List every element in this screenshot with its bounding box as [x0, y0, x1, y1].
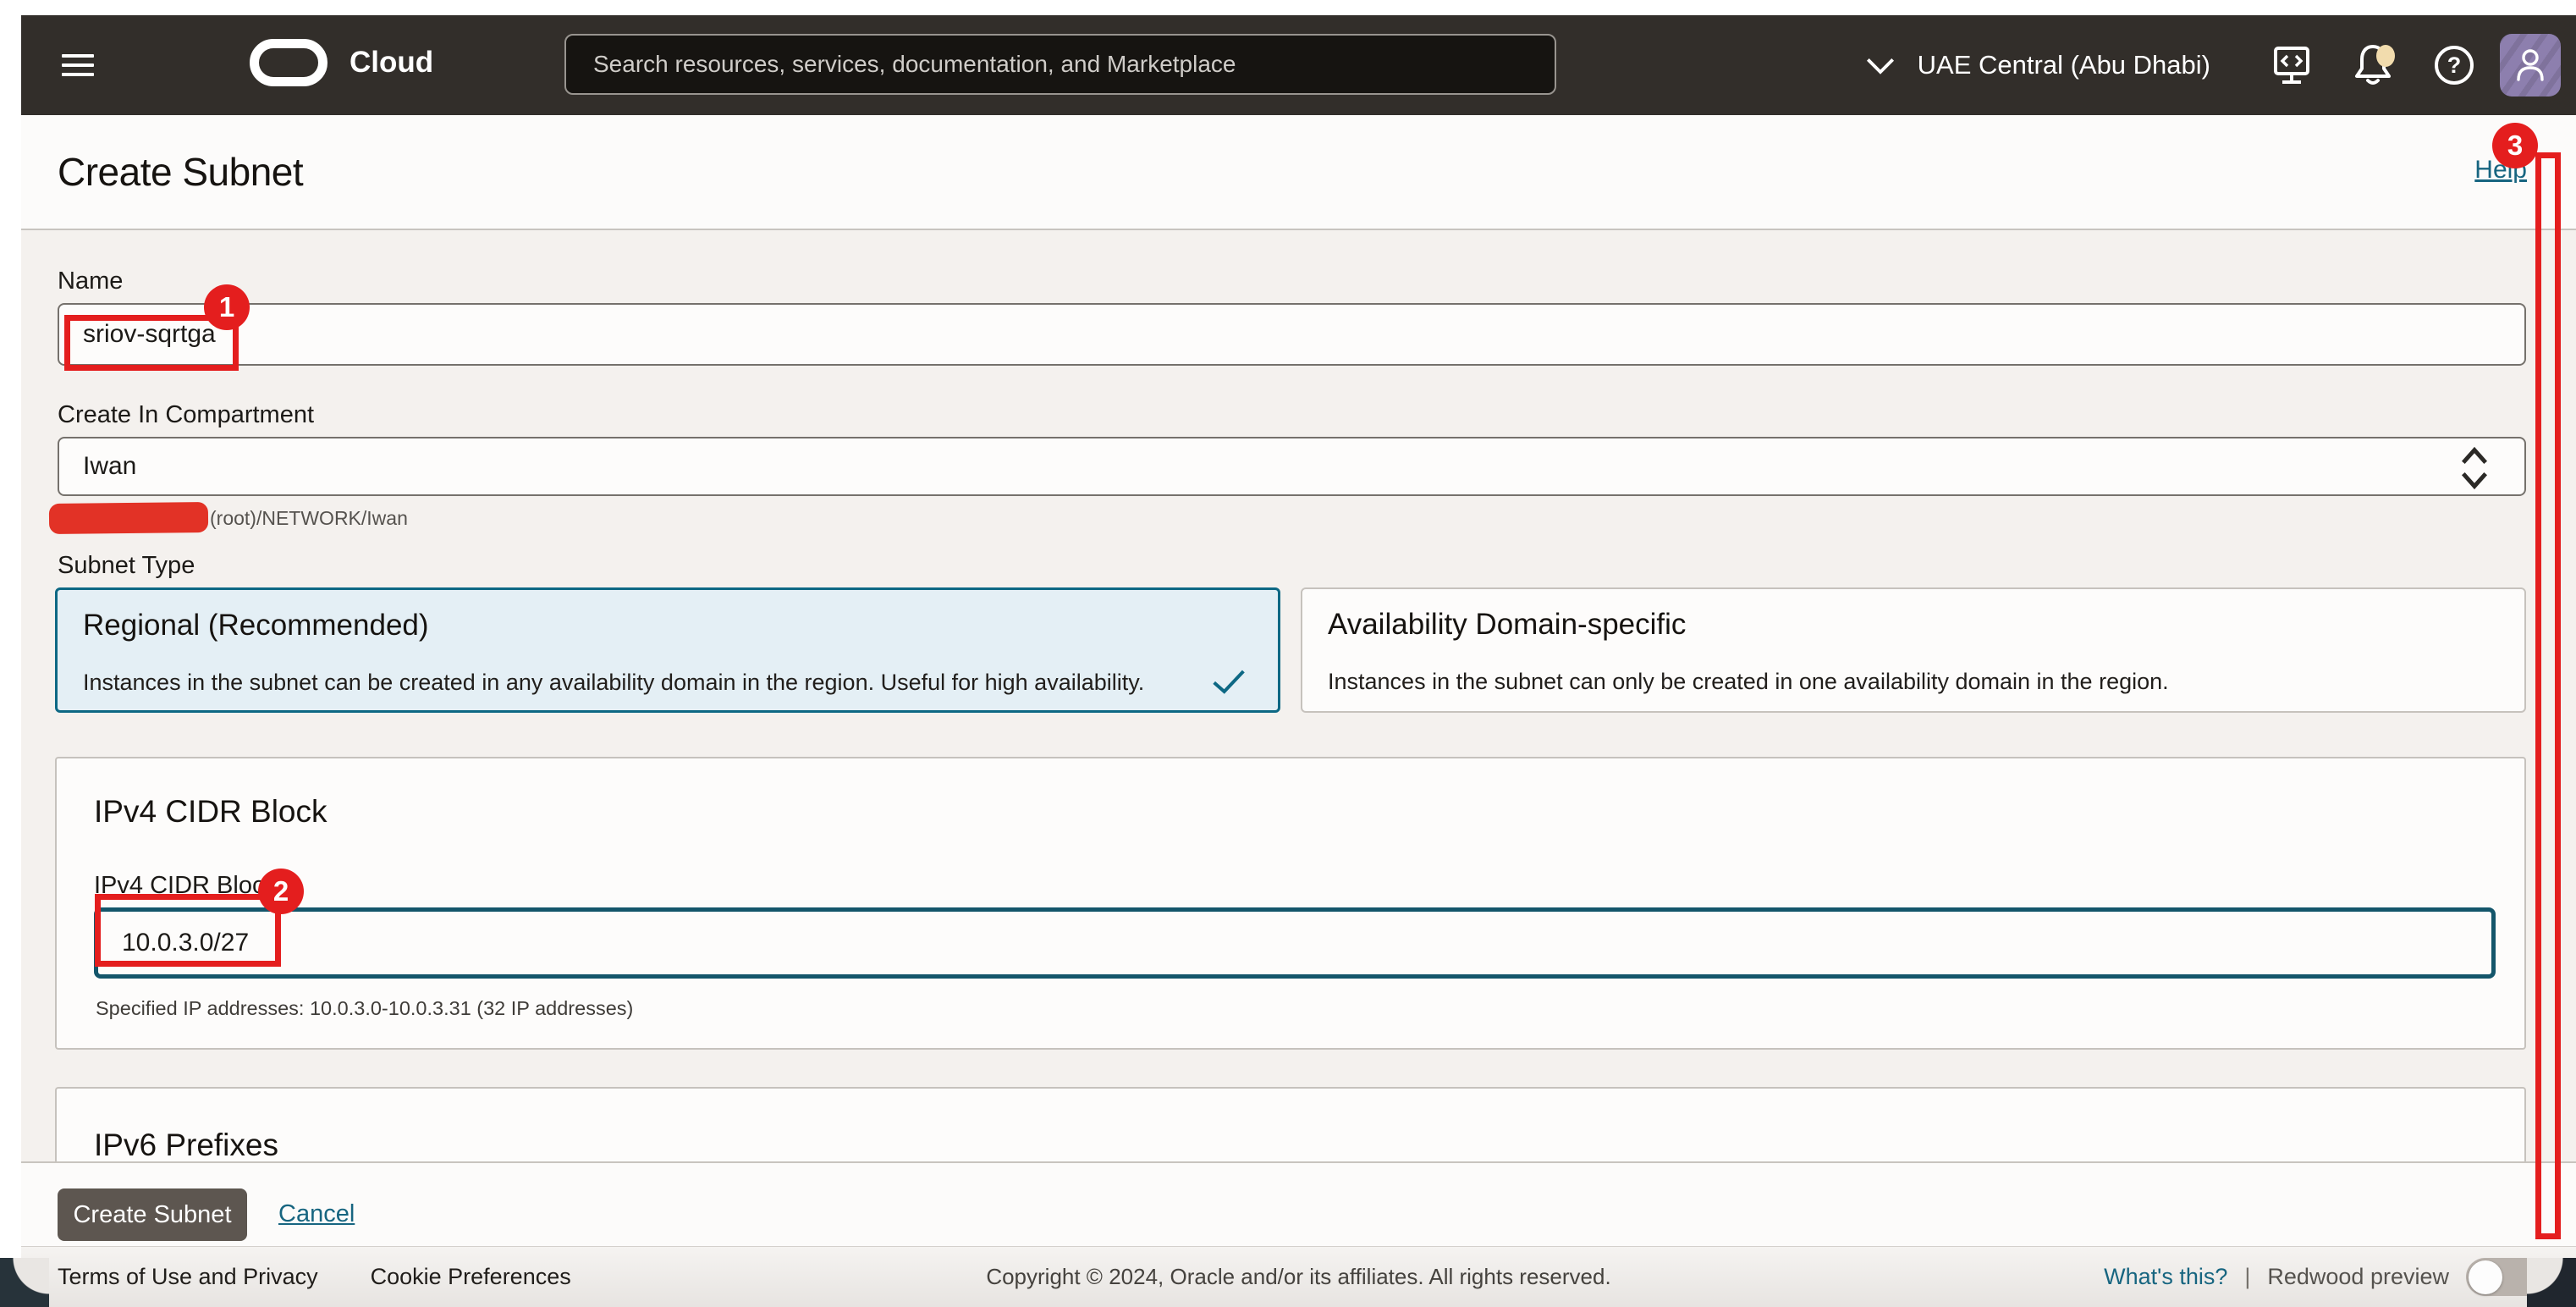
oracle-cloud-logo[interactable]: Cloud	[250, 39, 433, 86]
region-selector[interactable]: UAE Central (Abu Dhabi)	[1865, 50, 2210, 80]
toggle-knob	[2469, 1260, 2502, 1294]
redaction-marker	[49, 502, 208, 534]
cookie-preferences-link[interactable]: Cookie Preferences	[371, 1264, 571, 1290]
annotation-badge-2: 2	[258, 869, 304, 914]
compartment-selected-value: Iwan	[83, 452, 136, 481]
whats-this-link[interactable]: What's this?	[2104, 1264, 2227, 1290]
search-input[interactable]	[593, 51, 1527, 78]
checkmark-icon	[1212, 668, 1246, 695]
cloud-shell-button[interactable]	[2251, 25, 2332, 106]
create-subnet-button[interactable]: Create Subnet	[58, 1188, 247, 1241]
brand-label: Cloud	[350, 46, 433, 80]
ipv4-section-title: IPv4 CIDR Block	[94, 794, 328, 830]
console-header: Cloud UAE Central (Abu Dhabi)	[21, 15, 2576, 115]
ipv4-range-hint: Specified IP addresses: 10.0.3.0-10.0.3.…	[96, 997, 633, 1020]
console-footer: Copyright © 2024, Oracle and/or its affi…	[21, 1246, 2576, 1307]
name-field-label: Name	[58, 267, 123, 295]
footer-separator: |	[2244, 1264, 2250, 1290]
help-button[interactable]: ?	[2414, 25, 2495, 106]
question-mark-icon: ?	[2432, 43, 2476, 87]
ipv4-cidr-input[interactable]	[94, 907, 2496, 979]
hamburger-menu-icon[interactable]	[62, 48, 94, 80]
annotation-box-2	[95, 894, 281, 967]
terms-link[interactable]: Terms of Use and Privacy	[58, 1264, 318, 1290]
ipv4-cidr-panel: IPv4 CIDR Block IPv4 CIDR Block Specifie…	[55, 757, 2526, 1050]
cancel-link[interactable]: Cancel	[278, 1200, 355, 1228]
notifications-button[interactable]	[2332, 25, 2414, 106]
browser-viewport: Cloud UAE Central (Abu Dhabi)	[21, 15, 2576, 1307]
compartment-field-label: Create In Compartment	[58, 401, 314, 429]
window-corner-dark-right	[2527, 1258, 2576, 1307]
card-title: Availability Domain-specific	[1328, 608, 1686, 642]
page-title-band: Create Subnet Help	[21, 115, 2576, 230]
svg-text:?: ?	[2447, 52, 2462, 78]
select-stepper-icon	[2457, 444, 2492, 492]
page-title: Create Subnet	[58, 149, 303, 195]
card-title: Regional (Recommended)	[83, 609, 429, 642]
compartment-select[interactable]: Iwan	[58, 437, 2526, 496]
global-search[interactable]	[564, 34, 1556, 95]
form-action-bar: Create Subnet Cancel	[21, 1161, 2576, 1246]
annotation-box-3	[2535, 152, 2561, 1239]
redwood-preview-label: Redwood preview	[2267, 1264, 2449, 1290]
user-avatar[interactable]	[2500, 34, 2561, 97]
chevron-down-icon	[1865, 56, 1896, 74]
window-corner-dark-left	[0, 1258, 49, 1307]
person-icon	[2512, 46, 2549, 85]
form-content: Name Create In Compartment Iwan (root)/N…	[21, 232, 2576, 1161]
annotation-badge-3: 3	[2492, 123, 2538, 168]
cloud-shell-icon	[2270, 43, 2314, 87]
subnet-type-label: Subnet Type	[58, 552, 195, 580]
annotation-badge-1: 1	[204, 284, 250, 330]
notification-badge	[2376, 45, 2395, 67]
subnet-type-option-regional[interactable]: Regional (Recommended) Instances in the …	[55, 587, 1280, 713]
region-label: UAE Central (Abu Dhabi)	[1918, 50, 2210, 80]
compartment-path-hint: (root)/NETWORK/Iwan	[210, 507, 408, 530]
subnet-type-option-ad-specific[interactable]: Availability Domain-specific Instances i…	[1301, 587, 2526, 713]
ipv6-section-title: IPv6 Prefixes	[94, 1128, 278, 1163]
name-input[interactable]	[58, 303, 2526, 366]
card-description: Instances in the subnet can only be crea…	[1328, 669, 2169, 695]
oracle-o-icon	[250, 39, 328, 86]
screenshot-stage: Cloud UAE Central (Abu Dhabi)	[0, 0, 2576, 1307]
header-right-group: UAE Central (Abu Dhabi)	[1865, 15, 2576, 115]
card-description: Instances in the subnet can be created i…	[83, 670, 1144, 696]
